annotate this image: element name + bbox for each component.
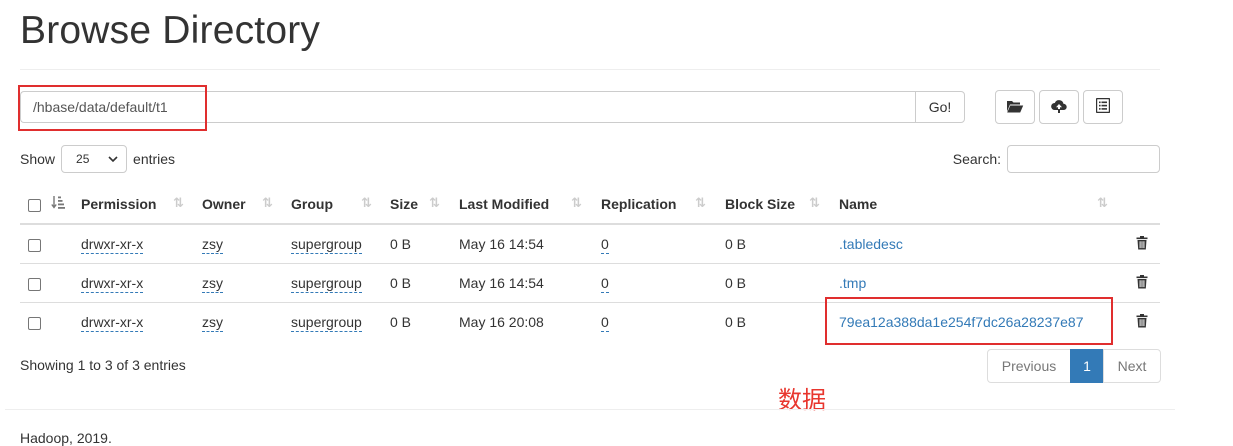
column-header-permission[interactable]: Permission ⇅ (81, 185, 202, 225)
replication-link[interactable]: 0 (601, 275, 609, 293)
table-header-row: Permission ⇅ Owner ⇅ Group ⇅ Size ⇅ Last… (20, 185, 1160, 225)
previous-page-button[interactable]: Previous (987, 349, 1071, 383)
footer-text: Hadoop, 2019. (20, 430, 112, 446)
sort-icon: ⇅ (173, 195, 184, 210)
create-directory-button[interactable] (995, 90, 1035, 124)
permission-link[interactable]: drwxr-xr-x (81, 236, 144, 254)
page-length-select[interactable]: 25 (61, 145, 128, 173)
column-header-replication[interactable]: Replication ⇅ (601, 185, 725, 225)
footer-divider (5, 409, 1175, 410)
group-link[interactable]: supergroup (291, 236, 362, 254)
search-control: Search: (953, 145, 1160, 173)
page-title: Browse Directory (20, 9, 321, 52)
sort-icon: ⇅ (695, 195, 706, 210)
page-1-button[interactable]: 1 (1070, 349, 1104, 383)
size-cell: 0 B (390, 302, 459, 341)
row-checkbox[interactable] (28, 277, 41, 291)
column-header-name[interactable]: Name ⇅ (839, 185, 1124, 225)
block-size-cell: 0 B (725, 223, 839, 264)
chevron-down-icon (108, 152, 118, 166)
column-header-owner[interactable]: Owner ⇅ (202, 185, 291, 225)
row-checkbox[interactable] (28, 316, 41, 330)
sort-amount-icon[interactable] (51, 195, 65, 213)
size-cell: 0 B (390, 263, 459, 303)
last-modified-cell: May 16 14:54 (459, 223, 601, 264)
folder-open-icon (1006, 98, 1024, 117)
page-length-value: 25 (76, 152, 90, 166)
owner-link[interactable]: zsy (202, 314, 223, 332)
sort-icon: ⇅ (429, 195, 440, 210)
sort-icon: ⇅ (1097, 195, 1108, 210)
table-row: drwxr-xr-x zsy supergroup 0 B May 16 20:… (20, 302, 1160, 341)
show-label: Show (20, 151, 56, 167)
name-link[interactable]: .tabledesc (839, 236, 903, 252)
path-input[interactable] (20, 91, 915, 123)
permission-link[interactable]: drwxr-xr-x (81, 275, 144, 293)
go-button[interactable]: Go! (915, 91, 965, 123)
sort-icon: ⇅ (361, 195, 372, 210)
block-size-cell: 0 B (725, 263, 839, 303)
title-divider (20, 69, 1160, 70)
sort-icon: ⇅ (571, 195, 582, 210)
pagination: Previous 1 Next (987, 349, 1161, 383)
actions-header (1124, 185, 1160, 225)
search-input[interactable] (1007, 145, 1160, 173)
column-header-last-modified[interactable]: Last Modified ⇅ (459, 185, 601, 225)
search-label: Search: (952, 151, 1001, 167)
replication-link[interactable]: 0 (601, 236, 609, 254)
list-view-button[interactable] (1083, 90, 1123, 124)
owner-link[interactable]: zsy (202, 236, 223, 254)
column-header-group[interactable]: Group ⇅ (291, 185, 390, 225)
last-modified-cell: May 16 20:08 (459, 302, 601, 341)
column-header-size[interactable]: Size ⇅ (390, 185, 459, 225)
row-checkbox[interactable] (28, 238, 41, 252)
sort-icon: ⇅ (262, 195, 273, 210)
trash-icon[interactable] (1136, 313, 1148, 331)
name-link[interactable]: 79ea12a388da1e254f7dc26a28237e87 (839, 314, 1083, 330)
trash-icon[interactable] (1136, 274, 1148, 292)
sort-icon: ⇅ (809, 195, 820, 210)
name-link[interactable]: .tmp (839, 275, 866, 291)
table-info: Showing 1 to 3 of 3 entries (20, 357, 186, 373)
replication-link[interactable]: 0 (601, 314, 609, 332)
trash-icon[interactable] (1136, 235, 1148, 253)
last-modified-cell: May 16 14:54 (459, 263, 601, 303)
owner-link[interactable]: zsy (202, 275, 223, 293)
cloud-upload-icon (1050, 98, 1068, 117)
page-length-control: Show 25 entries (20, 145, 175, 173)
permission-link[interactable]: drwxr-xr-x (81, 314, 144, 332)
table-row: drwxr-xr-x zsy supergroup 0 B May 16 14:… (20, 223, 1160, 264)
table-row: drwxr-xr-x zsy supergroup 0 B May 16 14:… (20, 263, 1160, 303)
next-page-button[interactable]: Next (1103, 349, 1161, 383)
block-size-cell: 0 B (725, 302, 839, 341)
select-all-header (20, 185, 81, 225)
path-bar: Go! (20, 91, 965, 123)
size-cell: 0 B (390, 223, 459, 264)
file-table: Permission ⇅ Owner ⇅ Group ⇅ Size ⇅ Last… (20, 185, 1160, 341)
column-header-block-size[interactable]: Block Size ⇅ (725, 185, 839, 225)
list-alt-icon (1095, 97, 1111, 116)
select-all-checkbox[interactable] (28, 198, 41, 212)
entries-label: entries (133, 151, 176, 167)
group-link[interactable]: supergroup (291, 314, 362, 332)
upload-button[interactable] (1039, 90, 1079, 124)
group-link[interactable]: supergroup (291, 275, 362, 293)
